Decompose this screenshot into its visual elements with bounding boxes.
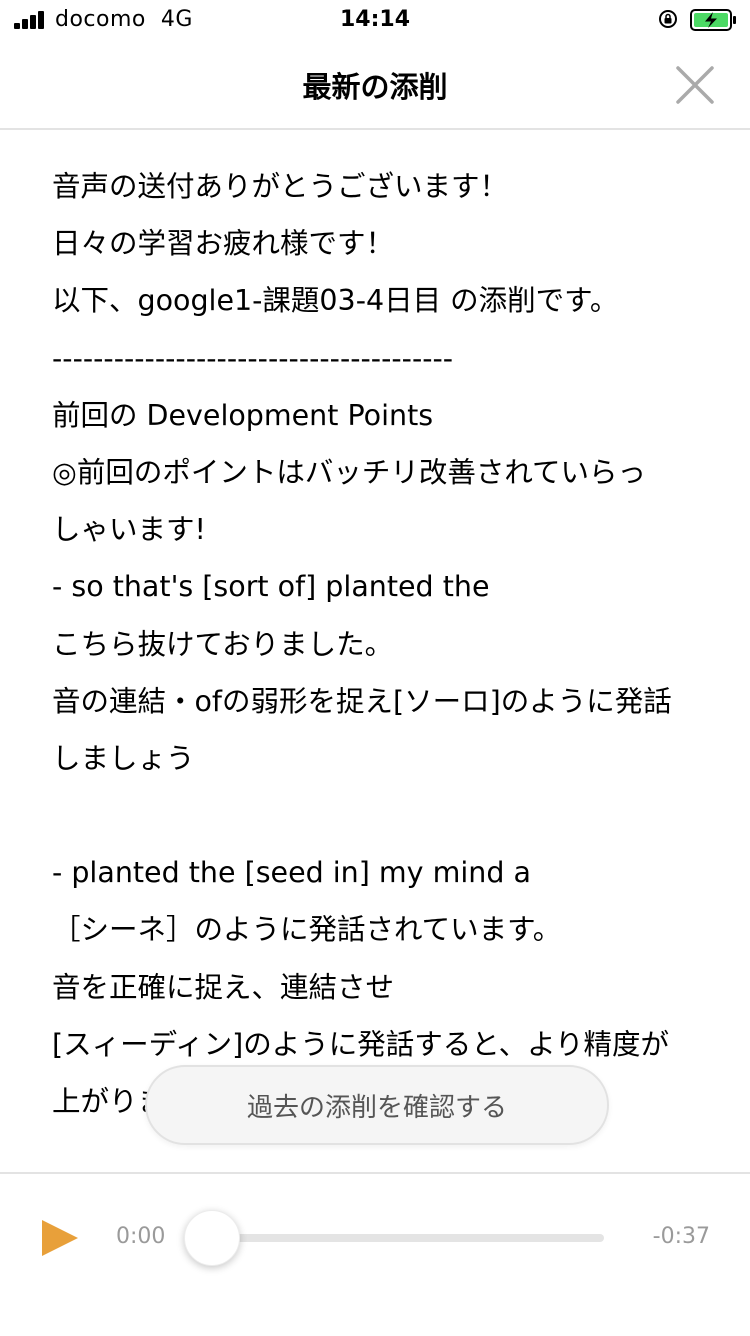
rotation-lock-icon [659, 10, 677, 28]
page-title: 最新の添削 [302, 70, 448, 104]
content-line: 音声の送付ありがとうございます！ [52, 170, 509, 203]
content-line: 以下、google1-課題03-4日目 の添削です。 [52, 284, 619, 318]
progress-track[interactable] [204, 1234, 604, 1242]
content-line: - planted the [seed in] my mind a [52, 856, 531, 890]
status-time: 14:14 [339, 7, 411, 32]
remaining-time: -0:37 [652, 1224, 710, 1249]
nav-bar: 最新の添削 [0, 40, 750, 130]
close-icon[interactable] [670, 60, 720, 110]
content-line: ［シーネ］のように発話されています。 [52, 913, 562, 947]
audio-player: 0:00 -0:37 [0, 1172, 750, 1336]
content-line: 日々の学習お疲れ様です！ [52, 227, 395, 261]
content-line: こちら抜けておりました。 [52, 627, 394, 661]
view-past-corrections-button[interactable]: 過去の添削を確認する [145, 1065, 609, 1145]
content-line: しましょう [52, 741, 195, 775]
separator-line: --------------------------------------- [52, 341, 454, 375]
correction-content: 音声の送付ありがとうございます！ 日々の学習お疲れ様です！ 以下、google1… [52, 158, 722, 1130]
play-icon[interactable] [38, 1216, 82, 1260]
content-line: 音を正確に捉え、連結させ [52, 970, 395, 1004]
progress-slider-handle[interactable] [184, 1210, 240, 1266]
status-bar: docomo 4G 14:14 [0, 0, 750, 40]
content-line: 音の連結・ofの弱形を捉え[ソーロ]のように発話 [52, 684, 672, 718]
battery-charging-icon [690, 9, 736, 31]
elapsed-time: 0:00 [116, 1224, 166, 1249]
content-line: しゃいます! [52, 513, 206, 547]
content-line: ◎前回のポイントはバッチリ改善されていらっ [52, 455, 647, 489]
content-line: - so that's [sort of] planted the [52, 570, 490, 604]
content-line: 前回の Development Points [52, 398, 434, 432]
